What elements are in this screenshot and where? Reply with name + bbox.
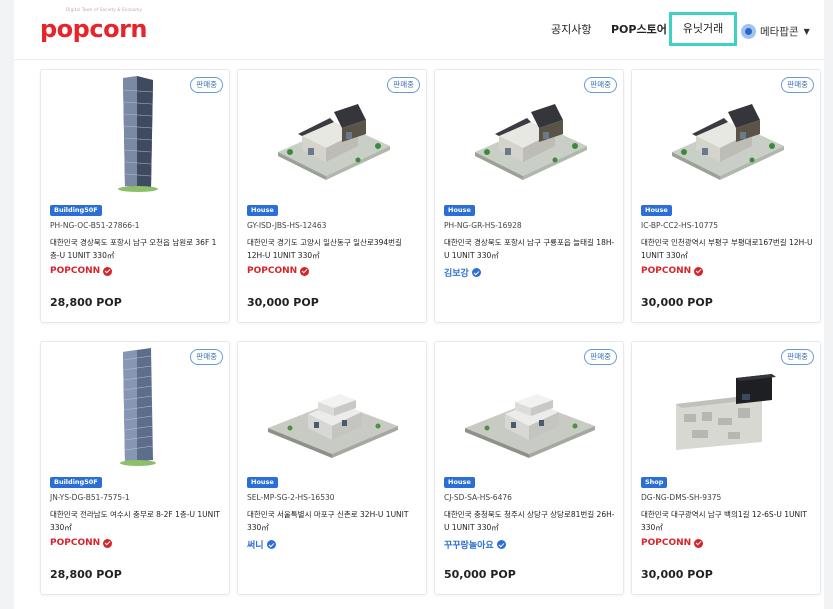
unit-code: JN-YS-DG-B51-7575-1 [50,493,130,502]
unit-address: 대한민국 경기도 고양시 일산동구 일산로394번길 12H-U 1UNIT 3… [247,238,402,260]
unit-price: 30,000 POP [641,296,713,309]
seller-label: 김보강 [444,269,469,279]
unit-address: 대한민국 서울특별시 마포구 신촌로 32H-U 1UNIT 330㎡ [247,510,409,532]
user-menu[interactable]: 메타팝콘 ▼ [741,19,810,43]
status-badge: 판매중 [190,349,223,365]
unit-price: 28,800 POP [50,568,122,581]
seller-name[interactable]: 꾸꾸랑놀아요 [444,538,506,551]
unit-price: 30,000 POP [247,296,319,309]
seller-label: POPCONN [50,538,101,548]
unit-address: 대한민국 충청북도 청주시 상당구 상당로81번길 26H-U 1UNIT 33… [444,510,615,532]
unit-code: DG-NG-DMS-SH-9375 [641,493,722,502]
logo-wordmark: popcorn [40,15,147,43]
nav-pop-store[interactable]: POP스토어 [611,17,667,43]
type-badge: Shop [641,477,668,488]
chevron-down-icon: ▼ [803,26,810,36]
popcorn-logo[interactable]: Digital Town of Society & Economy popcor… [40,7,160,51]
type-badge: Building50F [50,477,102,488]
status-badge: 판매중 [190,77,223,93]
unit-price: 28,800 POP [50,296,122,309]
seller-name[interactable]: 김보강 [444,266,481,279]
status-badge: 판매중 [387,77,420,93]
type-badge: Building50F [50,205,102,216]
unit-code: PH-NG-OC-B51-27866-1 [50,221,140,230]
status-badge: 판매중 [584,349,617,365]
page: Digital Town of Society & Economy popcor… [14,0,824,609]
verified-check-icon [103,538,113,548]
unit-address: 대한민국 전라남도 여수시 충무로 8-2F 1층-U 1UNIT 330㎡ [50,510,220,532]
seller-label: 꾸꾸랑놀아요 [444,541,494,551]
seller-label: POPCONN [50,266,101,276]
unit-thumbnail[interactable] [238,342,426,472]
type-badge: House [444,205,475,216]
unit-price: 50,000 POP [444,568,516,581]
unit-card[interactable]: 판매중 House IC-BP-CC2-HS-10775 대한민국 인천광역시 부평구… [631,69,821,323]
user-name: 메타팝콘 [760,25,799,38]
verified-check-icon [300,266,310,276]
unit-code: PH-NG-GR-HS-16928 [444,221,522,230]
unit-code: GY-ISD-JBS-HS-12463 [247,221,327,230]
seller-name[interactable]: POPCONN [50,266,113,276]
seller-label: 써니 [247,541,264,551]
type-badge: House [247,477,278,488]
seller-label: POPCONN [247,266,298,276]
unit-card[interactable]: 판매중 Shop DG-NG-DMS-SH-9375 대한민국 대구광역시 남구 백의… [631,341,821,595]
logo-tagline: Digital Town of Society & Economy [66,7,143,12]
unit-code: CJ-SD-SA-HS-6476 [444,493,512,502]
type-badge: House [641,205,672,216]
unit-address: 대한민국 경상북도 포항시 남구 오천읍 남원로 36F 1층-U 1UNIT … [50,238,217,260]
seller-name[interactable]: POPCONN [641,538,704,548]
seller-name[interactable]: POPCONN [641,266,704,276]
status-badge: 판매중 [781,77,814,93]
unit-card[interactable]: House SEL-MP-SG-2-HS-16530 대한민국 서울특별시 마포구 … [237,341,427,595]
seller-name[interactable]: POPCONN [247,266,310,276]
avatar [741,23,756,39]
unit-card[interactable]: 판매중 House PH-NG-GR-HS-16928 대한민국 경상북도 포항시 남… [434,69,624,323]
unit-card[interactable]: 판매중 Building50F JN-YS-DG-B51-7575-1 대한민국 전라… [40,341,230,595]
verified-check-icon [694,266,704,276]
unit-price: 30,000 POP [641,568,713,581]
seller-name[interactable]: 써니 [247,538,276,551]
type-badge: House [444,477,475,488]
unit-address: 대한민국 인천광역시 부평구 부평대로167번길 12H-U 1UNIT 330… [641,238,813,260]
status-badge: 판매중 [584,77,617,93]
seller-label: POPCONN [641,538,692,548]
type-badge: House [247,205,278,216]
verified-check-icon [496,540,506,549]
unit-card[interactable]: 판매중 House GY-ISD-JBS-HS-12463 대한민국 경기도 고양시 … [237,69,427,323]
verified-check-icon [103,266,113,276]
seller-name[interactable]: POPCONN [50,538,113,548]
verified-check-icon [266,540,276,549]
unit-code: IC-BP-CC2-HS-10775 [641,221,719,230]
nav-unit-trade[interactable]: 유닛거래 [669,12,737,46]
seller-label: POPCONN [641,266,692,276]
unit-code: SEL-MP-SG-2-HS-16530 [247,493,335,502]
verified-check-icon [471,268,481,277]
status-badge: 판매중 [781,349,814,365]
unit-card[interactable]: 판매중 House CJ-SD-SA-HS-6476 대한민국 충청북도 청주시 상당… [434,341,624,595]
unit-address: 대한민국 경상북도 포항시 남구 구룡포읍 늘태길 18H-U 1UNIT 33… [444,238,615,260]
unit-card[interactable]: 판매중 Building50F PH-NG-OC-B51-27866-1 대한민국 경… [40,69,230,323]
nav-notice[interactable]: 공지사항 [551,17,591,43]
verified-check-icon [694,538,704,548]
top-header: Digital Town of Society & Economy popcor… [14,0,824,60]
unit-address: 대한민국 대구광역시 남구 백의1길 12-6S-U 1UNIT 330㎡ [641,510,807,532]
